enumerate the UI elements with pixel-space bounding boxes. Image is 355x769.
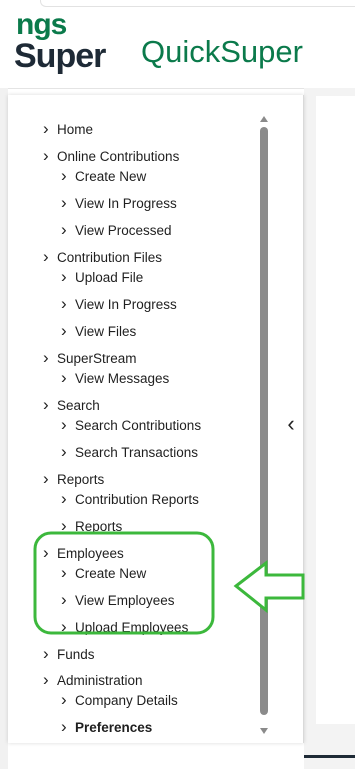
chevron-right-icon: › bbox=[61, 690, 67, 709]
chevron-right-icon: › bbox=[43, 146, 49, 165]
sidebar-item-label: Upload Employees bbox=[75, 620, 189, 635]
sidebar-item-search-transactions[interactable]: › Search Transactions bbox=[61, 442, 198, 462]
sidebar-item-label: Contribution Reports bbox=[75, 492, 199, 507]
sidebar-item-label: Online Contributions bbox=[57, 149, 180, 164]
sidebar-item-label: Upload File bbox=[75, 270, 144, 285]
sidebar-item-upload-file[interactable]: › Upload File bbox=[61, 267, 143, 287]
main-content-panel bbox=[316, 96, 355, 724]
sidebar-item-label: SuperStream bbox=[57, 351, 137, 366]
chevron-right-icon: › bbox=[61, 489, 67, 508]
sidebar-item-label: Reports bbox=[75, 519, 123, 534]
chevron-right-icon: › bbox=[61, 166, 67, 185]
chevron-right-icon: › bbox=[43, 348, 49, 367]
sidebar-item-label: View In Progress bbox=[75, 196, 177, 211]
sidebar-item-upload-employees[interactable]: › Upload Employees bbox=[61, 617, 188, 637]
chevron-left-icon[interactable]: ‹ bbox=[283, 412, 299, 436]
sidebar-item-superstream[interactable]: › SuperStream bbox=[43, 348, 137, 368]
chevron-right-icon: › bbox=[61, 321, 67, 340]
sidebar-item-label: View Files bbox=[75, 324, 137, 339]
logo-super-text: Super bbox=[14, 37, 106, 75]
sidebar-item-administration[interactable]: › Administration bbox=[43, 670, 143, 690]
sidebar-scrollbar-thumb[interactable] bbox=[260, 127, 268, 715]
sidebar-item-label: View Employees bbox=[75, 593, 175, 608]
sidebar-nav: › Home › Online Contributions › Create New › Vi… bbox=[8, 95, 304, 743]
chevron-right-icon: › bbox=[61, 717, 67, 736]
chevron-right-icon: › bbox=[61, 617, 67, 636]
sidebar-item-label: Employees bbox=[57, 546, 124, 561]
sidebar-item-label: Contribution Files bbox=[57, 250, 163, 265]
sidebar-item-funds[interactable]: › Funds bbox=[43, 644, 95, 664]
sidebar-item-view-processed[interactable]: › View Processed bbox=[61, 220, 172, 240]
sidebar-item-label: Search Transactions bbox=[75, 445, 199, 460]
sidebar-item-label: Home bbox=[57, 122, 94, 137]
sidebar-item-label: Search bbox=[57, 398, 100, 413]
sidebar-item-search-contributions[interactable]: › Search Contributions bbox=[61, 415, 201, 435]
chevron-right-icon: › bbox=[61, 590, 67, 609]
chevron-right-icon: › bbox=[43, 543, 49, 562]
sidebar-item-view-in-progress[interactable]: › View In Progress bbox=[61, 193, 177, 213]
ngs-super-logo[interactable]: ngs Super bbox=[14, 10, 134, 78]
sidebar-item-label: Funds bbox=[57, 647, 95, 662]
sidebar-item-search[interactable]: › Search bbox=[43, 395, 100, 415]
chevron-right-icon: › bbox=[61, 220, 67, 239]
sidebar-item-view-messages[interactable]: › View Messages bbox=[61, 368, 169, 388]
sidebar-item-label: Search Contributions bbox=[75, 418, 202, 433]
left-gutter bbox=[0, 88, 8, 769]
sidebar-item-employees[interactable]: › Employees bbox=[43, 543, 124, 563]
chevron-right-icon: › bbox=[61, 563, 67, 582]
sidebar-item-company-details[interactable]: › Company Details bbox=[61, 690, 178, 710]
sidebar-item-label: View In Progress bbox=[75, 297, 177, 312]
sidebar-item-view-files[interactable]: › View Files bbox=[61, 321, 136, 341]
sidebar-item-home[interactable]: › Home bbox=[43, 119, 93, 139]
sidebar-item-label: Reports bbox=[57, 472, 105, 487]
app-title: QuickSuper bbox=[141, 34, 303, 69]
chevron-right-icon: › bbox=[43, 469, 49, 488]
chevron-right-icon: › bbox=[61, 516, 67, 535]
sidebar-item-reports[interactable]: › Reports bbox=[61, 516, 122, 536]
sidebar-item-online-contributions[interactable]: › Online Contributions bbox=[43, 146, 179, 166]
sidebar-item-view-employees[interactable]: › View Employees bbox=[61, 590, 175, 610]
sidebar-item-view-in-progress[interactable]: › View In Progress bbox=[61, 294, 177, 314]
chevron-right-icon: › bbox=[43, 395, 49, 414]
chevron-right-icon: › bbox=[61, 267, 67, 286]
chevron-right-icon: › bbox=[61, 294, 67, 313]
sidebar-item-label: View Messages bbox=[75, 371, 170, 386]
bottom-accent-line bbox=[304, 755, 355, 758]
chevron-right-icon: › bbox=[43, 670, 49, 689]
chevron-right-icon: › bbox=[43, 247, 49, 266]
app-header: ngs Super QuickSuper bbox=[0, 0, 355, 89]
sidebar-item-preferences[interactable]: › Preferences bbox=[61, 717, 152, 737]
chevron-right-icon: › bbox=[61, 193, 67, 212]
sidebar-item-label: Create New bbox=[75, 566, 147, 581]
sidebar-item-create-new[interactable]: › Create New bbox=[61, 563, 146, 583]
browser-tab-edge bbox=[40, 0, 355, 7]
sidebar-item-create-new[interactable]: › Create New bbox=[61, 166, 146, 186]
sidebar-item-label: Create New bbox=[75, 169, 147, 184]
chevron-right-icon: › bbox=[61, 415, 67, 434]
chevron-right-icon: › bbox=[61, 368, 67, 387]
sidebar-item-contribution-files[interactable]: › Contribution Files bbox=[43, 247, 162, 267]
scroll-down-arrow-icon[interactable] bbox=[260, 728, 268, 734]
scroll-up-arrow-icon[interactable] bbox=[260, 116, 268, 122]
sidebar-item-label: View Processed bbox=[75, 223, 172, 238]
chevron-right-icon: › bbox=[43, 119, 49, 138]
sidebar-item-label: Administration bbox=[57, 673, 143, 688]
chevron-right-icon: › bbox=[43, 644, 49, 663]
sidebar-item-contribution-reports[interactable]: › Contribution Reports bbox=[61, 489, 199, 509]
sidebar-item-label: Company Details bbox=[75, 693, 178, 708]
sidebar-item-label: Preferences bbox=[75, 720, 153, 735]
sidebar-item-reports[interactable]: › Reports bbox=[43, 469, 104, 489]
chevron-right-icon: › bbox=[61, 442, 67, 461]
